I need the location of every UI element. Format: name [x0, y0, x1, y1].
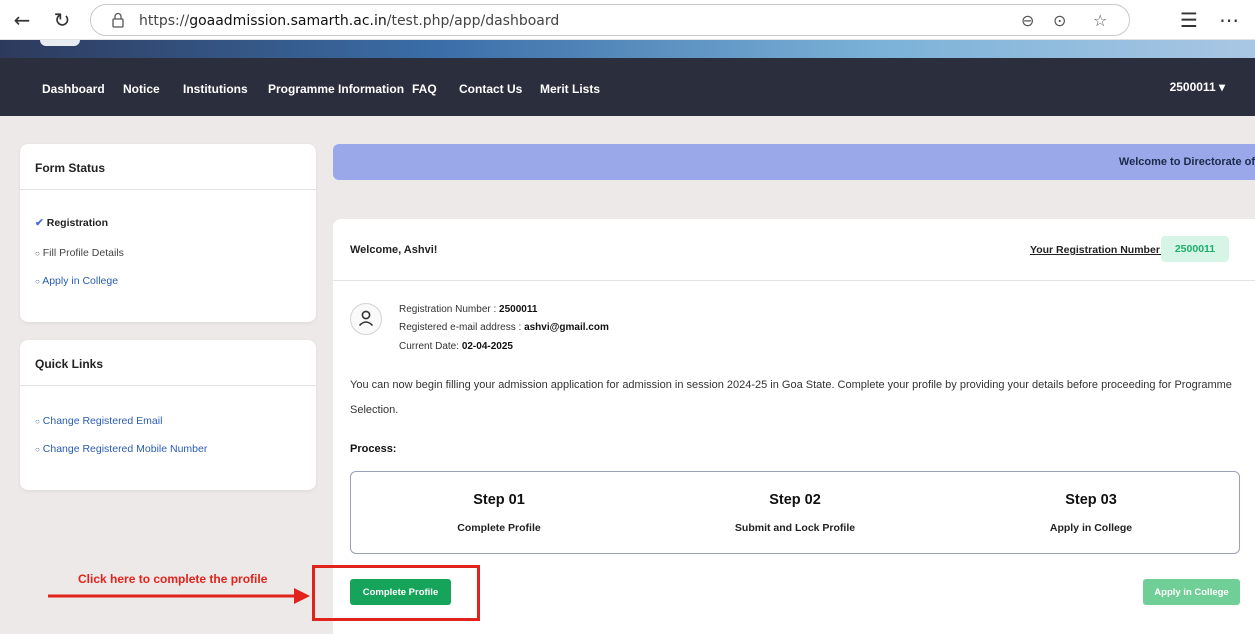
step-subtitle: Complete Profile	[457, 522, 541, 534]
step-3: Step 03 Apply in College	[943, 472, 1239, 553]
main-navbar: Dashboard Notice Institutions Programme …	[0, 58, 1255, 116]
status-label: Apply in College	[42, 275, 119, 287]
form-status-title: Form Status	[20, 144, 316, 190]
nav-institutions[interactable]: Institutions	[183, 82, 248, 96]
registration-number-label: Your Registration Number is :	[1030, 244, 1177, 256]
status-label: Registration	[46, 217, 108, 229]
step-title: Step 02	[769, 492, 821, 508]
status-registration: ✔ Registration	[35, 217, 108, 229]
status-label: Fill Profile Details	[42, 247, 124, 259]
info-registration-number: Registration Number : 2500011	[399, 304, 537, 315]
user-icon	[358, 310, 374, 327]
nav-notice[interactable]: Notice	[123, 82, 160, 96]
circle-icon: ○	[35, 417, 40, 426]
lock-icon	[112, 12, 124, 28]
url-host: goaadmission.samarth.ac.in	[189, 13, 387, 29]
instructions-paragraph: You can now begin filling your admission…	[350, 379, 1232, 416]
step-subtitle: Apply in College	[1049, 522, 1133, 534]
site-header-strip	[0, 40, 1255, 58]
favorite-icon[interactable]: ☆	[1093, 11, 1107, 30]
nav-faq[interactable]: FAQ	[412, 82, 437, 96]
welcome-text: Welcome, Ashvi!	[350, 244, 438, 256]
quick-links-title: Quick Links	[20, 340, 316, 386]
refresh-icon[interactable]: ↻	[48, 6, 76, 34]
step-title: Step 03	[1065, 492, 1117, 508]
welcome-banner: Welcome to Directorate of	[333, 144, 1255, 180]
info-value: ashvi@gmail.com	[524, 322, 609, 333]
nav-dashboard[interactable]: Dashboard	[42, 82, 105, 96]
circle-icon: ○	[35, 249, 40, 258]
zoom-icon[interactable]: ⊖	[1021, 11, 1034, 30]
step-subtitle: Submit and Lock Profile	[734, 522, 856, 534]
info-label: Registered e-mail address :	[399, 322, 522, 333]
user-menu[interactable]: 2500011 ▾	[1170, 80, 1225, 94]
form-status-card: Form Status ✔ Registration ○ Fill Profil…	[20, 144, 316, 322]
link-change-email[interactable]: ○ Change Registered Email	[35, 415, 162, 427]
circle-icon: ○	[35, 445, 40, 454]
step-2: Step 02 Submit and Lock Profile	[647, 472, 943, 553]
banner-text: Welcome to Directorate of	[1118, 156, 1255, 168]
status-fill-profile: ○ Fill Profile Details	[35, 247, 124, 259]
link-change-mobile[interactable]: ○ Change Registered Mobile Number	[35, 443, 207, 455]
address-bar[interactable]: https://goaadmission.samarth.ac.in/test.…	[90, 4, 1130, 36]
user-id: 2500011	[1169, 80, 1216, 94]
link-label: Change Registered Mobile Number	[42, 443, 208, 455]
browser-toolbar: ← ↻ https://goaadmission.samarth.ac.in/t…	[0, 0, 1255, 40]
site-logo	[40, 40, 80, 46]
process-steps: Step 01 Complete Profile Step 02 Submit …	[350, 471, 1240, 554]
status-apply-college[interactable]: ○ Apply in College	[35, 275, 118, 287]
annotation-text: Click here to complete the profile	[78, 572, 268, 586]
nav-programme-information[interactable]: Programme Information	[268, 82, 404, 96]
nav-contact-us[interactable]: Contact Us	[459, 82, 522, 96]
info-value: 02-04-2025	[461, 341, 513, 352]
avatar	[350, 303, 382, 335]
info-date: Current Date: 02-04-2025	[399, 341, 513, 352]
chevron-down-icon: ▾	[1218, 80, 1225, 94]
url-text: https://goaadmission.samarth.ac.in/test.…	[139, 13, 559, 29]
check-icon: ✔	[35, 217, 44, 229]
apply-in-college-button[interactable]: Apply in College	[1143, 579, 1240, 605]
info-label: Registration Number :	[399, 304, 497, 315]
annotation-highlight-box	[312, 565, 480, 621]
favorites-list-icon[interactable]: ☰	[1175, 6, 1203, 34]
info-email: Registered e-mail address : ashvi@gmail.…	[399, 322, 609, 333]
step-title: Step 01	[473, 492, 525, 508]
info-value: 2500011	[499, 304, 538, 315]
more-icon[interactable]: ⋯	[1215, 6, 1243, 34]
reg-label-text: Your Registration Number is	[1030, 244, 1172, 256]
url-path: /test.php/app/dashboard	[386, 13, 560, 29]
step-1: Step 01 Complete Profile	[351, 472, 647, 553]
link-label: Change Registered Email	[42, 415, 163, 427]
url-prefix: https://	[139, 13, 190, 29]
registration-number-badge: 2500011	[1161, 236, 1229, 262]
process-label: Process:	[350, 443, 397, 455]
main-card-header: Welcome, Ashvi! Your Registration Number…	[333, 219, 1255, 281]
arrow-right-icon	[48, 588, 310, 604]
info-label: Current Date:	[399, 341, 460, 352]
back-icon[interactable]: ←	[8, 6, 36, 34]
quick-links-card: Quick Links ○ Change Registered Email ○ …	[20, 340, 316, 490]
nav-merit-lists[interactable]: Merit Lists	[540, 82, 600, 96]
reader-icon[interactable]: ⊙	[1053, 11, 1066, 30]
circle-icon: ○	[35, 277, 40, 286]
